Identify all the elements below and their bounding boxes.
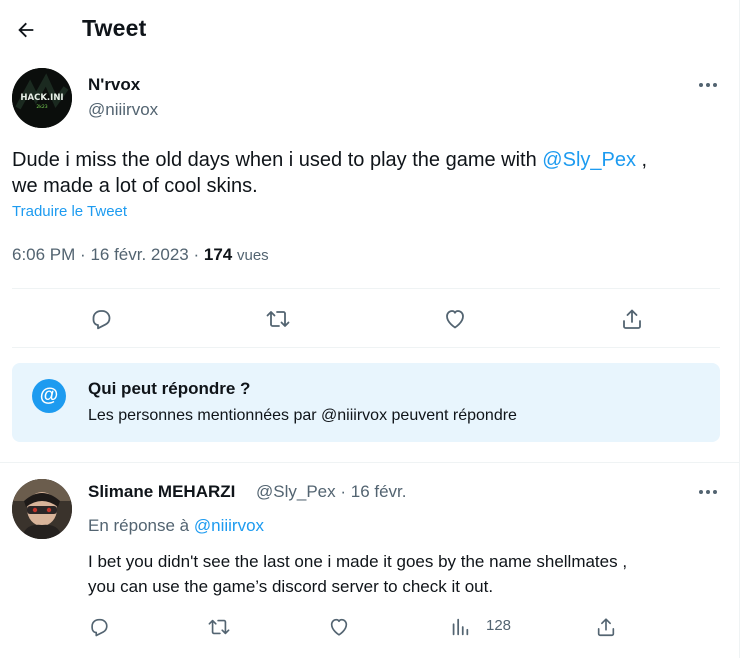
- tweet-text: Dude i miss the old days when i used to …: [12, 147, 712, 199]
- tweet-meta: 6:06 PM · 16 févr. 2023 · 174 vues: [12, 245, 269, 265]
- reply-restriction-box: @ Qui peut répondre ? Les personnes ment…: [12, 363, 720, 442]
- reply-icon: [92, 310, 111, 330]
- reply-share-button[interactable]: [589, 610, 623, 644]
- views-label: vues: [236, 247, 269, 264]
- back-button[interactable]: [9, 13, 43, 47]
- share-icon: [623, 309, 641, 329]
- views-count: 174: [203, 245, 233, 264]
- divider: [12, 288, 720, 289]
- reply-button[interactable]: [84, 302, 118, 336]
- column-border: [739, 0, 740, 658]
- share-icon: [597, 618, 615, 637]
- reply-retweet-button[interactable]: [202, 610, 236, 644]
- at-icon: @: [32, 379, 66, 413]
- reply-author-handle[interactable]: @Sly_Pex: [256, 482, 336, 501]
- reply-icon: [91, 618, 108, 637]
- like-icon: [330, 618, 348, 636]
- more-options-button[interactable]: [693, 75, 723, 95]
- reply-views-button[interactable]: [443, 610, 477, 644]
- reply-more-options-button[interactable]: [693, 482, 723, 502]
- meta-separator: ·: [340, 482, 351, 501]
- reply-reply-button[interactable]: [82, 610, 116, 644]
- reply-restriction-title: Qui peut répondre ?: [88, 379, 251, 398]
- reply-author-name[interactable]: Slimane MEHARZI: [88, 482, 235, 502]
- like-icon: [446, 310, 464, 329]
- more-dots-icon: [699, 490, 717, 494]
- reply-restriction-subtitle: Les personnes mentionnées par @niiirvox …: [88, 407, 517, 424]
- meta-separator: ·: [80, 245, 91, 264]
- in-reply-to: En réponse à @niiirvox: [88, 516, 264, 536]
- reply-like-button[interactable]: [322, 610, 356, 644]
- svg-text:HACK.INI: HACK.INI: [20, 93, 63, 103]
- author-avatar[interactable]: HACK.INI 2k23: [12, 68, 72, 128]
- like-button[interactable]: [438, 302, 472, 336]
- reply-text: I bet you didn't see the last one i made…: [88, 552, 628, 596]
- mention-link[interactable]: @Sly_Pex: [542, 149, 636, 171]
- translate-link[interactable]: Traduire le Tweet: [12, 203, 127, 220]
- share-button[interactable]: [615, 302, 649, 336]
- svg-text:2k23: 2k23: [36, 104, 47, 110]
- tweet-text-part: Dude i miss the old days when i used to …: [12, 149, 543, 171]
- author-handle[interactable]: @niiirvox: [88, 100, 158, 120]
- divider: [0, 462, 739, 463]
- reply-views-count: 128: [486, 617, 512, 634]
- tweet-date[interactable]: 16 févr. 2023: [90, 245, 188, 264]
- in-reply-prefix: En réponse à: [88, 516, 194, 535]
- page-title: Tweet: [82, 15, 147, 41]
- divider: [12, 347, 720, 348]
- more-dots-icon: [699, 83, 717, 87]
- retweet-icon: [266, 311, 290, 327]
- header: Tweet: [0, 0, 739, 58]
- reply-author-meta: @Sly_Pex · 16 févr.: [256, 482, 407, 502]
- retweet-icon: [208, 619, 230, 635]
- masked-character-avatar: [12, 479, 72, 539]
- retweet-button[interactable]: [261, 302, 295, 336]
- meta-separator: ·: [193, 245, 204, 264]
- in-reply-mention[interactable]: @niiirvox: [194, 516, 264, 535]
- tweet-time[interactable]: 6:06 PM: [12, 245, 75, 264]
- arrow-left-icon: [18, 22, 34, 38]
- reply-date[interactable]: 16 févr.: [351, 482, 407, 501]
- hackini-logo: HACK.INI 2k23: [12, 68, 72, 128]
- author-name[interactable]: N'rvox: [88, 75, 140, 95]
- reply-author-avatar[interactable]: [12, 479, 72, 539]
- analytics-icon: [452, 618, 469, 636]
